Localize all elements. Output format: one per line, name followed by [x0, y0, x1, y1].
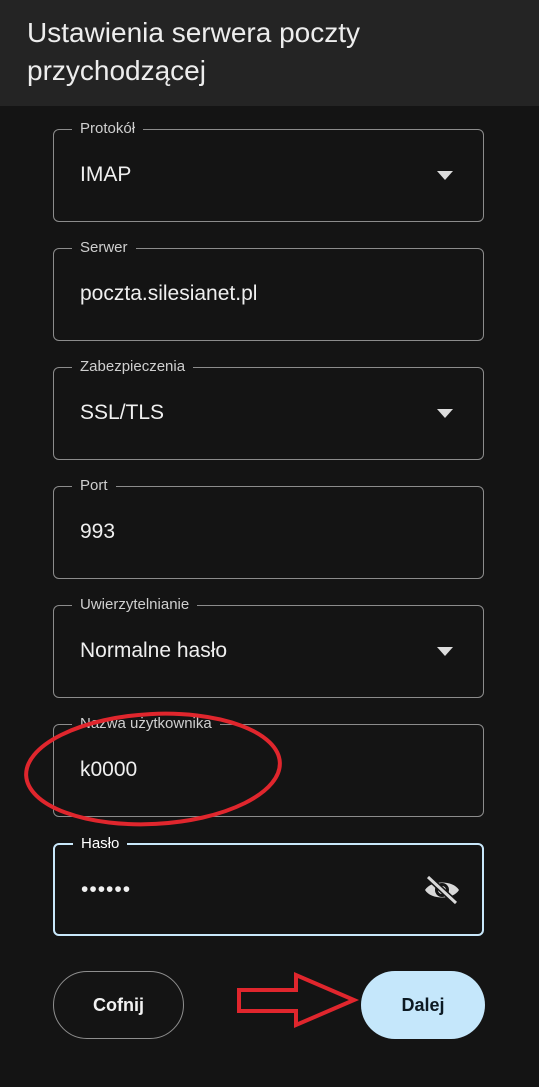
port-input[interactable]: Port 993 — [53, 476, 484, 579]
security-dropdown[interactable]: Zabezpieczenia SSL/TLS — [53, 357, 484, 460]
auth-dropdown[interactable]: Uwierzytelnianie Normalne hasło — [53, 595, 484, 698]
protocol-label: Protokół — [72, 119, 144, 139]
password-value[interactable]: •••••• — [81, 877, 131, 903]
annotation-ellipse — [24, 711, 282, 827]
app-bar: Ustawienia serwera poczty przychodzącej — [0, 0, 539, 106]
server-value[interactable]: poczta.silesianet.pl — [80, 281, 257, 307]
password-label: Hasło — [73, 834, 128, 854]
port-label: Port — [72, 476, 116, 496]
security-value: SSL/TLS — [80, 401, 165, 424]
dropdown-arrow-icon[interactable] — [437, 647, 453, 656]
page-title: Ustawienia serwera poczty przychodzącej — [27, 17, 361, 86]
password-input[interactable]: Hasło •••••• — [53, 834, 484, 936]
protocol-value: IMAP — [80, 163, 132, 186]
annotation-arrow — [237, 971, 360, 1029]
port-value[interactable]: 993 — [80, 519, 115, 545]
dropdown-arrow-icon[interactable] — [437, 409, 453, 418]
auth-value: Normalne hasło — [80, 639, 228, 662]
next-button[interactable]: Dalej — [361, 971, 485, 1039]
security-label: Zabezpieczenia — [72, 357, 194, 377]
eye-off-icon[interactable] — [422, 873, 462, 907]
auth-label: Uwierzytelnianie — [72, 595, 198, 615]
dropdown-arrow-icon[interactable] — [437, 171, 453, 180]
server-input[interactable]: Serwer poczta.silesianet.pl — [53, 238, 484, 341]
server-label: Serwer — [72, 238, 136, 258]
protocol-dropdown[interactable]: Protokół IMAP — [53, 119, 484, 222]
back-button[interactable]: Cofnij — [53, 971, 184, 1039]
